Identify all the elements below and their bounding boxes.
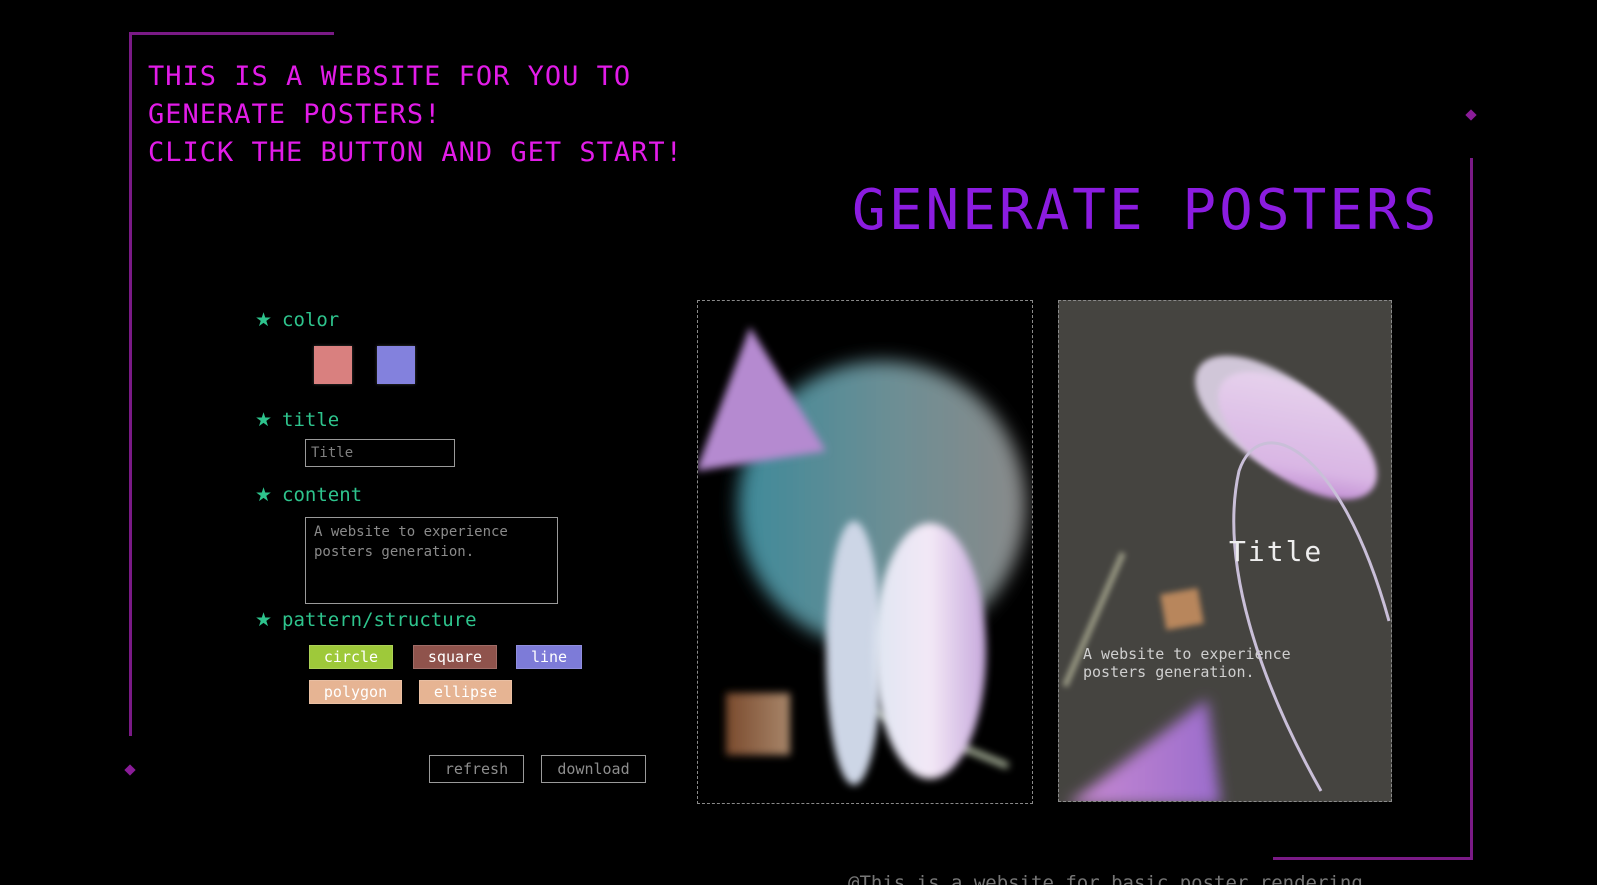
- star-icon: ★: [255, 409, 273, 431]
- intro-line-2: GENERATE POSTERS!: [148, 99, 442, 130]
- content-label: content: [282, 484, 363, 506]
- content-input[interactable]: [305, 517, 558, 604]
- frame-right-line: [1470, 158, 1473, 860]
- poster-2-artwork: [1062, 355, 1391, 801]
- intro-line-3: CLICK THE BUTTON AND GET START!: [148, 137, 683, 168]
- poster-2-square: [1160, 587, 1204, 631]
- color-swatch-2[interactable]: [377, 346, 415, 384]
- poster-title: Title: [1229, 535, 1324, 568]
- intro-text: THIS IS A WEBSITE FOR YOU TO GENERATE PO…: [148, 58, 683, 172]
- refresh-button[interactable]: refresh: [429, 755, 524, 783]
- frame-bottom-line: [1273, 857, 1473, 860]
- poster-2-curve: [1232, 441, 1391, 792]
- color-label: color: [282, 309, 340, 331]
- star-icon: ★: [255, 609, 273, 631]
- pattern-line-button[interactable]: line: [516, 645, 582, 669]
- frame-top-line: [129, 32, 334, 35]
- footer-text: @This is a website for basic poster rend…: [848, 872, 1363, 885]
- content-option-label: ★ content: [255, 484, 362, 506]
- pattern-option-label: ★ pattern/structure: [255, 609, 477, 631]
- title-option-label: ★ title: [255, 409, 339, 431]
- title-label: title: [282, 409, 340, 431]
- color-swatch-1[interactable]: [314, 346, 352, 384]
- download-button[interactable]: download: [541, 755, 646, 783]
- title-input[interactable]: [305, 439, 455, 467]
- poster-2-triangle: [1072, 699, 1221, 801]
- poster-1-disc-front: [874, 523, 986, 779]
- intro-line-1: THIS IS A WEBSITE FOR YOU TO: [148, 61, 632, 92]
- frame-left-line: [129, 32, 132, 736]
- frame-left-diamond-icon: [124, 764, 136, 776]
- page-title: GENERATE POSTERS: [852, 178, 1440, 243]
- star-icon: ★: [255, 484, 273, 506]
- star-icon: ★: [255, 309, 273, 331]
- poster-preview-2: Title A website to experience posters ge…: [1058, 300, 1392, 802]
- pattern-ellipse-button[interactable]: ellipse: [419, 680, 512, 704]
- frame-right-diamond-icon: [1465, 109, 1477, 121]
- pattern-circle-button[interactable]: circle: [309, 645, 393, 669]
- pattern-polygon-button[interactable]: polygon: [309, 680, 402, 704]
- page: THIS IS A WEBSITE FOR YOU TO GENERATE PO…: [0, 0, 1597, 885]
- poster-1-square: [726, 693, 790, 755]
- pattern-label: pattern/structure: [282, 609, 477, 631]
- poster-preview-1: [697, 300, 1033, 804]
- poster-1-disc-back: [826, 521, 882, 785]
- color-option-label: ★ color: [255, 309, 339, 331]
- pattern-square-button[interactable]: square: [413, 645, 497, 669]
- poster-content: A website to experience posters generati…: [1083, 645, 1291, 681]
- poster-1-artwork: [698, 327, 1026, 785]
